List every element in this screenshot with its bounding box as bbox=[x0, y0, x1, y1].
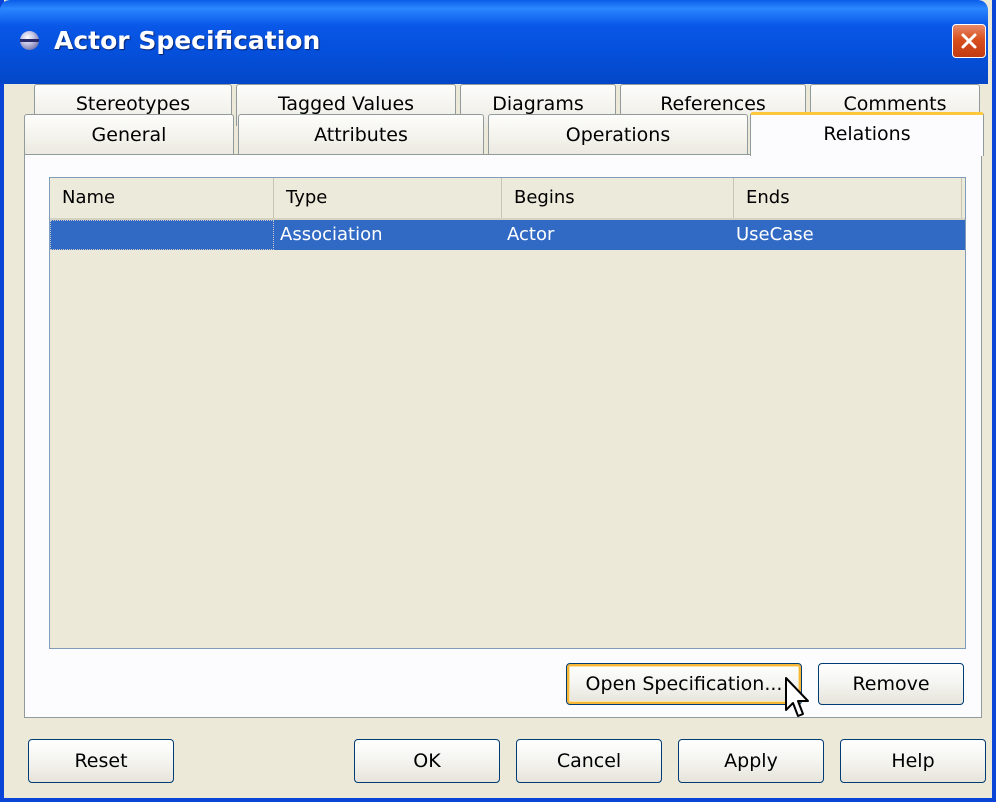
close-button[interactable] bbox=[952, 24, 986, 58]
column-header-ends[interactable]: Ends bbox=[734, 178, 962, 218]
column-header-name[interactable]: Name bbox=[50, 178, 274, 218]
app-icon bbox=[20, 31, 39, 50]
reset-button[interactable]: Reset bbox=[28, 739, 174, 783]
close-icon bbox=[961, 33, 977, 49]
table-row[interactable]: Association Actor UseCase bbox=[50, 220, 965, 250]
cell-type: Association bbox=[280, 224, 383, 245]
open-specification-button[interactable]: Open Specification... bbox=[566, 663, 802, 705]
column-header-begins[interactable]: Begins bbox=[502, 178, 734, 218]
cell-begins: Actor bbox=[507, 224, 555, 245]
apply-button[interactable]: Apply bbox=[678, 739, 824, 783]
table-header: Name Type Begins Ends bbox=[50, 178, 965, 220]
remove-button[interactable]: Remove bbox=[818, 663, 964, 705]
tab-attributes[interactable]: Attributes bbox=[238, 114, 484, 154]
cell-name bbox=[50, 220, 274, 250]
tab-relations[interactable]: Relations bbox=[750, 112, 984, 156]
ok-button[interactable]: OK bbox=[354, 739, 500, 783]
cancel-button[interactable]: Cancel bbox=[516, 739, 662, 783]
tab-operations[interactable]: Operations bbox=[488, 114, 748, 154]
help-button[interactable]: Help bbox=[840, 739, 986, 783]
mouse-pointer-icon bbox=[785, 677, 809, 717]
column-header-type[interactable]: Type bbox=[274, 178, 502, 218]
window-title: Actor Specification bbox=[54, 26, 321, 55]
relations-table[interactable]: Name Type Begins Ends Association Actor … bbox=[49, 177, 966, 649]
tab-general[interactable]: General bbox=[24, 114, 234, 154]
title-bar[interactable]: Actor Specification bbox=[0, 0, 988, 84]
cell-ends: UseCase bbox=[736, 224, 814, 245]
